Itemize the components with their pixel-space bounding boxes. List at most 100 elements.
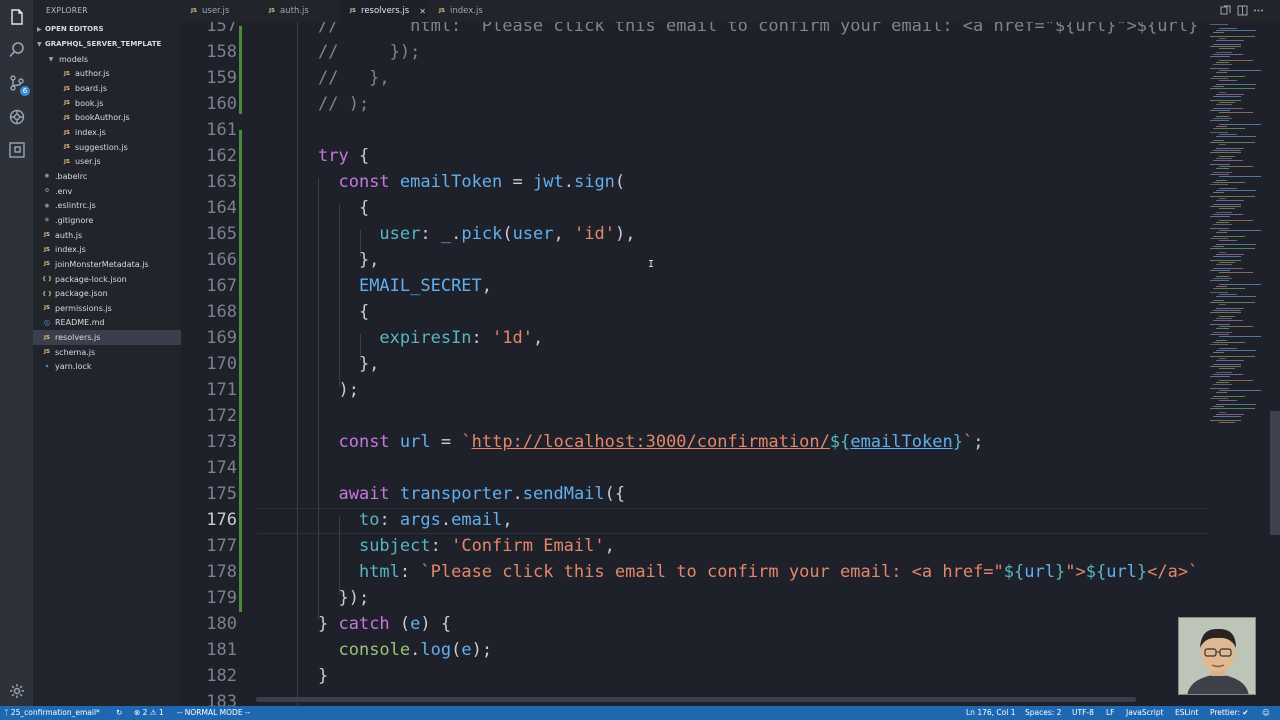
minimap-line: [1213, 310, 1241, 311]
extensions-icon[interactable]: [6, 139, 27, 160]
js-file-icon: JS: [43, 246, 50, 253]
code-line-176: to: args.email,: [358, 510, 513, 530]
tab-index-js[interactable]: JS index.js: [429, 0, 511, 22]
js-file-icon: JS: [43, 334, 50, 341]
code-line-175: await transporter.sendMail({: [338, 484, 626, 504]
file-item[interactable]: ⓘ README.md: [33, 316, 181, 331]
project-section[interactable]: ▼ GRAPHQL_SERVER_TEMPLATE: [37, 40, 161, 48]
js-file-icon: JS: [43, 349, 50, 356]
file-item[interactable]: ⚙ .env: [33, 184, 181, 199]
status-bar: ᛉ 25_confirmation_email* ↻ ⊗ 2 ⚠ 1 -- NO…: [0, 706, 1280, 720]
file-label: book.js: [75, 98, 104, 108]
close-icon[interactable]: ✕: [419, 7, 426, 16]
sync-icon[interactable]: ↻: [116, 708, 122, 717]
vertical-scrollbar[interactable]: [1270, 411, 1280, 535]
more-actions-icon[interactable]: [1253, 5, 1264, 16]
debug-icon[interactable]: [6, 106, 27, 127]
file-item[interactable]: { } package.json: [33, 286, 181, 301]
prettier-status[interactable]: Prettier: ✔: [1210, 708, 1249, 717]
file-item[interactable]: JS board.js: [33, 81, 181, 96]
file-item[interactable]: JS suggestion.js: [33, 140, 181, 155]
file-item[interactable]: JS permissions.js: [33, 301, 181, 316]
js-file-icon: JS: [269, 8, 276, 14]
search-icon[interactable]: [6, 39, 27, 60]
tab-resolvers-js[interactable]: JS resolvers.js ✕: [340, 0, 428, 22]
file-label: .eslintrc.js: [55, 201, 96, 211]
code-editor[interactable]: 157 158 159 160 161 162 163 164 165 166 167 168 169 1…: [181, 22, 1208, 706]
file-item[interactable]: ◉ .eslintrc.js: [33, 199, 181, 214]
file-item[interactable]: JS index.js: [33, 242, 181, 257]
smiley-icon[interactable]: ☺: [1262, 708, 1270, 717]
line-number: 176: [206, 510, 237, 530]
language-mode[interactable]: JavaScript: [1126, 708, 1164, 717]
code-line-167: EMAIL_SECRET,: [358, 276, 493, 296]
minimap-line: [1210, 260, 1241, 261]
problems-indicator[interactable]: ⊗ 2 ⚠ 1: [134, 708, 164, 717]
minimap-line: [1210, 334, 1230, 335]
line-number: 178: [206, 562, 237, 582]
minimap-line: [1219, 144, 1227, 145]
file-item[interactable]: JS book.js: [33, 96, 181, 111]
minimap-line: [1210, 68, 1230, 69]
open-changes-icon[interactable]: [1220, 5, 1231, 16]
minimap-line: [1219, 28, 1237, 29]
minimap-line: [1210, 174, 1230, 175]
branch-indicator[interactable]: ᛉ 25_confirmation_email*: [4, 708, 100, 717]
indentation[interactable]: Spaces: 2: [1025, 708, 1061, 717]
tab-auth-js[interactable]: JS auth.js: [259, 0, 339, 22]
line-number: 159: [206, 68, 237, 88]
open-editors-section[interactable]: ▶ OPEN EDITORS: [37, 25, 104, 33]
file-item[interactable]: JS index.js: [33, 125, 181, 140]
folder-item[interactable]: ▼ models: [33, 52, 181, 67]
minimap-line: [1219, 400, 1237, 401]
source-control-icon[interactable]: 6: [6, 72, 30, 96]
horizontal-scrollbar[interactable]: [256, 697, 1136, 702]
file-label: permissions.js: [55, 303, 112, 313]
minimap-line: [1213, 300, 1224, 301]
minimap-line: [1213, 150, 1241, 151]
js-file-icon: JS: [63, 129, 70, 136]
code-line-159: // },: [318, 68, 390, 88]
eslint-status[interactable]: ESLint: [1175, 708, 1198, 717]
minimap-line: [1213, 374, 1244, 375]
split-editor-icon[interactable]: [1237, 5, 1248, 16]
file-item[interactable]: JS user.js: [33, 155, 181, 170]
file-item[interactable]: JS author.js: [33, 67, 181, 82]
file-item[interactable]: JS auth.js: [33, 228, 181, 243]
code-line-180: } catch (e) {: [318, 614, 452, 634]
file-item[interactable]: JS bookAuthor.js: [33, 111, 181, 126]
git-modified-gutter: [239, 26, 242, 114]
code-line-168: {: [318, 302, 370, 322]
file-label: schema.js: [55, 347, 96, 357]
minimap-line: [1210, 376, 1230, 377]
minimap[interactable]: [1208, 22, 1280, 706]
tab-user-js[interactable]: JS user.js: [181, 0, 259, 22]
file-item[interactable]: ◉ .gitignore: [33, 213, 181, 228]
gear-icon[interactable]: [6, 680, 27, 701]
minimap-line: [1210, 184, 1228, 185]
minimap-line: [1213, 160, 1244, 161]
encoding[interactable]: UTF-8: [1072, 708, 1094, 717]
file-item[interactable]: { } package-lock.json: [33, 272, 181, 287]
cursor-position[interactable]: Ln 176, Col 1: [966, 708, 1015, 717]
js-file-icon: JS: [191, 8, 198, 14]
minimap-line: [1210, 366, 1241, 367]
code-line-166: },: [318, 250, 380, 270]
minimap-line: [1213, 406, 1224, 407]
file-item[interactable]: JS resolvers.js: [33, 330, 181, 345]
file-item[interactable]: ◉ .babelrc: [33, 169, 181, 184]
file-label: .gitignore: [55, 215, 94, 225]
minimap-line: [1219, 380, 1253, 381]
minimap-line: [1216, 190, 1256, 191]
minimap-line: [1216, 318, 1232, 319]
minimap-line: [1213, 118, 1233, 119]
file-item[interactable]: ✦ yarn.lock: [33, 360, 181, 375]
file-item[interactable]: JS joinMonsterMetadata.js: [33, 257, 181, 272]
file-item[interactable]: JS schema.js: [33, 345, 181, 360]
minimap-line: [1213, 192, 1224, 193]
line-endings[interactable]: LF: [1106, 708, 1115, 717]
explorer-icon[interactable]: [6, 6, 27, 27]
git-branch-icon: ᛉ: [4, 708, 11, 717]
env-file-icon: ⚙: [44, 188, 50, 195]
minimap-line: [1213, 224, 1233, 225]
